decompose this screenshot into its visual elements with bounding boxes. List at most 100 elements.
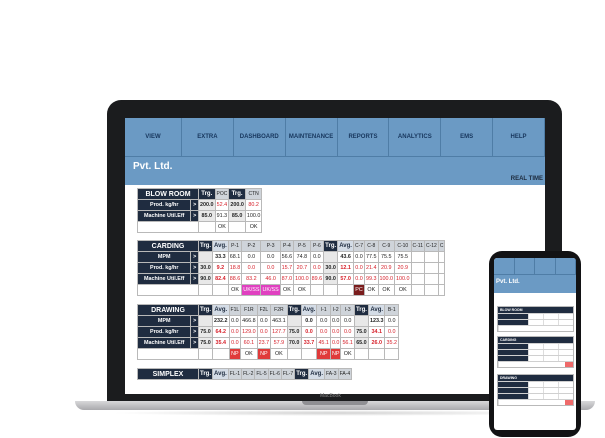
- row-arrow[interactable]: >: [190, 315, 199, 327]
- value-cell: 83.2: [241, 273, 262, 285]
- value-cell: 77.5: [364, 251, 379, 263]
- blank-cell: [309, 284, 325, 296]
- value-cell: 80.2: [244, 199, 263, 211]
- realtime-label: REAL TIME: [510, 176, 543, 182]
- status-cell[interactable]: OK: [293, 284, 311, 296]
- nav-view[interactable]: VIEW: [125, 118, 182, 156]
- row-arrow[interactable]: >: [190, 210, 199, 222]
- value-cell: 89.6: [309, 273, 325, 285]
- value-cell: [437, 273, 446, 285]
- status-cell[interactable]: OK: [227, 284, 243, 296]
- value-cell: 100.0: [293, 273, 311, 285]
- status-cell[interactable]: NP: [329, 348, 342, 360]
- row-arrow[interactable]: >: [190, 326, 199, 338]
- row-arrow[interactable]: >: [190, 337, 199, 349]
- value-cell: 60.1: [240, 337, 258, 349]
- value-cell: 20.7: [293, 262, 311, 274]
- col-header: C: [437, 240, 446, 252]
- row-label: MPM: [136, 315, 192, 327]
- value-cell: 232.2: [212, 315, 230, 327]
- target-cell: 85.0: [198, 210, 216, 222]
- blank-cell: [323, 284, 339, 296]
- col-header: Trg.: [197, 240, 214, 252]
- status-cell[interactable]: OK: [364, 284, 379, 296]
- status-cell[interactable]: NP: [316, 348, 331, 360]
- col-header: Avg.: [212, 368, 229, 380]
- blow-room-table: BLOW ROOM Trg. POC Trg. CTN Prod. kg/hr …: [136, 188, 263, 233]
- status-cell[interactable]: NP: [256, 348, 272, 360]
- blank-cell: [137, 348, 199, 360]
- target-cell: 200.0: [228, 199, 246, 211]
- status-cell[interactable]: OK: [377, 284, 396, 296]
- phone-nav[interactable]: [494, 258, 576, 274]
- col-header: F2L: [256, 304, 272, 316]
- value-cell: [197, 251, 214, 263]
- value-cell: 15.7: [279, 262, 295, 274]
- value-cell: 99.3: [364, 273, 379, 285]
- status-cell[interactable]: NP: [228, 348, 242, 360]
- value-cell: 12.1: [337, 262, 354, 274]
- nav-dashboard[interactable]: DASHBOARD: [234, 118, 286, 156]
- status-cell[interactable]: OK: [244, 221, 263, 233]
- phone-blow-room-card: BLOW ROOM: [497, 306, 574, 332]
- nav-ems[interactable]: EMS: [441, 118, 494, 156]
- row-arrow[interactable]: >: [190, 199, 199, 211]
- col-header: C-8: [364, 240, 379, 252]
- table-row: Machine Util.Eff >90.0 82.4 88.6 83.2 46.0 87.…: [136, 273, 446, 285]
- value-cell: [410, 262, 426, 274]
- status-cell[interactable]: OK: [240, 348, 258, 360]
- nav-analytics[interactable]: ANALYTICS: [389, 118, 442, 156]
- col-header: Avg.: [300, 304, 318, 316]
- row-label: Machine Util.Eff: [136, 210, 192, 222]
- status-cell[interactable]: OK: [340, 348, 355, 360]
- status-cell[interactable]: UK/SS: [241, 284, 262, 296]
- value-cell: 0.0: [316, 315, 331, 327]
- col-header: P-6: [309, 240, 325, 252]
- col-header: FL-2: [241, 368, 256, 380]
- status-cell[interactable]: OK: [394, 284, 412, 296]
- value-cell: [437, 251, 446, 263]
- value-cell: 100.0: [394, 273, 412, 285]
- value-cell: 56.6: [279, 251, 295, 263]
- value-cell: [410, 251, 426, 263]
- col-header: FL-5: [254, 368, 269, 380]
- value-cell: 75.0: [197, 337, 214, 349]
- col-header: Trg.: [197, 304, 214, 316]
- value-cell: 35.4: [212, 337, 230, 349]
- blow-room-title: BLOW ROOM: [137, 188, 199, 200]
- value-cell: 0.0: [309, 262, 325, 274]
- carding-table: CARDING Trg. Avg. P-1 P-2 P-3 P-4 P-5 P-6 Trg. Av…: [136, 240, 446, 296]
- col-header: Avg.: [367, 304, 386, 316]
- value-cell: 56.1: [340, 337, 355, 349]
- row-arrow[interactable]: >: [190, 251, 199, 263]
- value-cell: 75.0: [197, 326, 214, 338]
- value-cell: 91.3: [214, 210, 230, 222]
- row-arrow[interactable]: >: [190, 273, 199, 285]
- value-cell: 65.0: [353, 337, 369, 349]
- value-cell: 466.8: [240, 315, 258, 327]
- value-cell: [286, 315, 302, 327]
- col-header: Avg.: [337, 240, 354, 252]
- blank-cell: [212, 284, 229, 296]
- col-header: POC: [214, 188, 230, 200]
- nav-extra[interactable]: EXTRA: [182, 118, 234, 156]
- value-cell: 68.1: [227, 251, 243, 263]
- row-arrow[interactable]: >: [190, 262, 199, 274]
- value-cell: 30.0: [197, 262, 214, 274]
- status-cell[interactable]: UK/SS: [260, 284, 281, 296]
- status-cell[interactable]: OK: [270, 348, 288, 360]
- status-cell[interactable]: OK: [279, 284, 295, 296]
- nav-maintenance[interactable]: MAINTENANCE: [286, 118, 338, 156]
- nav-help[interactable]: HELP: [493, 118, 545, 156]
- value-cell: 75.0: [353, 326, 369, 338]
- row-label: Prod. kg/hr: [136, 326, 192, 338]
- row-label: Machine Util.Eff: [136, 337, 192, 349]
- value-cell: 43.6: [337, 251, 354, 263]
- col-header: P-2: [241, 240, 262, 252]
- nav-reports[interactable]: REPORTS: [338, 118, 390, 156]
- value-cell: 100.0: [244, 210, 263, 222]
- status-cell[interactable]: OK: [214, 221, 230, 233]
- status-cell[interactable]: PC: [352, 284, 366, 296]
- col-header: Trg.: [198, 188, 216, 200]
- value-cell: 0.0: [384, 326, 399, 338]
